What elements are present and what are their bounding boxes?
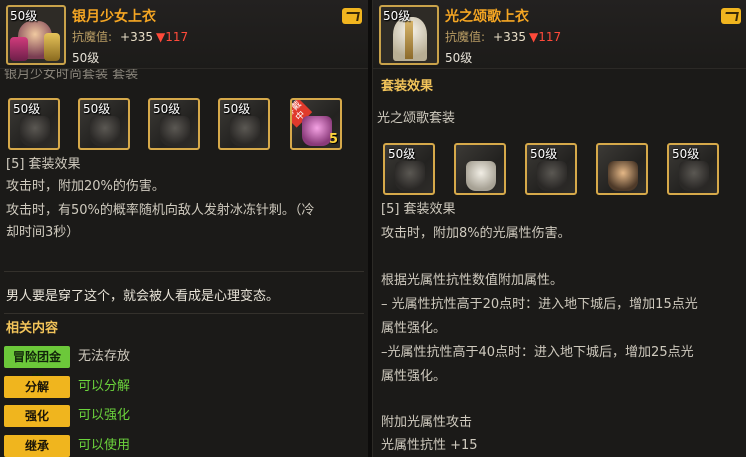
stat-label: 抗魔值:: [72, 30, 113, 44]
set-slot[interactable]: [454, 143, 506, 195]
clothing-icon: [466, 161, 496, 191]
slot-level: 50级: [530, 147, 558, 161]
item-portrait: 50级: [6, 5, 66, 65]
effect-line: 属性强化。: [381, 321, 447, 336]
item-name: 光之颂歌上衣: [445, 9, 529, 25]
enhance-tag[interactable]: 强化: [4, 405, 70, 427]
clothing-icon: [90, 116, 120, 146]
clothing-icon: [679, 161, 709, 191]
right-item-tooltip: 50级 光之颂歌上衣 抗魔值: +335 ▼117 50级 套装效果 光之颂歌套装 …: [372, 0, 746, 457]
portrait-level: 50级: [10, 9, 38, 23]
effect-line: 属性强化。: [381, 369, 447, 384]
set-count-badge: 5: [328, 132, 338, 147]
set-slot[interactable]: 50级: [525, 143, 577, 195]
set-slot[interactable]: 50级: [148, 98, 200, 150]
stat-drop: ▼117: [529, 30, 562, 44]
effect-line: 附加光属性攻击: [381, 415, 473, 430]
share-icon[interactable]: [342, 8, 362, 24]
action-row-inherit: 继承 可以使用: [4, 435, 204, 457]
set-slot[interactable]: [596, 143, 648, 195]
effect-line: 攻击时，附加8%的光属性伤害。: [381, 226, 571, 241]
clothing-icon: [20, 116, 50, 146]
inherit-text: 可以使用: [78, 438, 131, 453]
storage-tag[interactable]: 冒险团金库: [4, 346, 70, 386]
set-slot[interactable]: 50级: [218, 98, 270, 150]
slot-level: 50级: [153, 102, 181, 116]
set-slot[interactable]: 50级: [667, 143, 719, 195]
clothing-icon: [160, 116, 190, 146]
set-slot[interactable]: 50级: [78, 98, 130, 150]
disassemble-tag[interactable]: 分解: [4, 376, 70, 398]
stat-drop: ▼117: [156, 30, 189, 44]
slot-level: 50级: [13, 102, 41, 116]
stat-line: 抗魔值: +335 ▼117: [445, 28, 561, 45]
clothing-icon: [608, 161, 638, 191]
stat-plus: +335: [493, 30, 527, 44]
item-level: 50级: [72, 51, 100, 65]
related-header: 相关内容: [6, 321, 59, 336]
disassemble-text: 可以分解: [78, 379, 131, 394]
effect-line: 光属性抗性 +15: [381, 438, 478, 453]
slot-level: 50级: [83, 102, 111, 116]
slot-level: 50级: [672, 147, 700, 161]
clothing-icon: [230, 116, 260, 146]
item-portrait: 50级: [379, 5, 439, 65]
set-effect-header: [5] 套装效果: [6, 157, 81, 172]
effect-line: 攻击时，附加20%的伤害。: [6, 179, 165, 194]
item-level: 50级: [445, 51, 473, 65]
set-effect-title: 套装效果: [381, 79, 434, 94]
inherit-tag[interactable]: 继承: [4, 435, 70, 457]
slot-level: 50级: [223, 102, 251, 116]
effect-line: 攻击时，有50%的概率随机向敌人发射冰冻针刺。（冷: [6, 203, 315, 218]
stat-label: 抗魔值:: [445, 30, 486, 44]
stat-plus: +335: [120, 30, 154, 44]
flavor-text: 男人要是穿了这个，就会被人看成是心理变态。: [6, 289, 280, 304]
left-header: 50级 银月少女上衣 抗魔值: +335 ▼117 50级: [0, 0, 368, 69]
effect-line: 却时间3秒）: [6, 225, 80, 240]
effect-line: 根据光属性抗性数值附加属性。: [381, 273, 564, 288]
share-icon[interactable]: [721, 8, 741, 24]
item-name: 银月少女上衣: [72, 9, 156, 25]
set-effect-header: [5] 套装效果: [381, 202, 456, 217]
clothing-icon: [302, 116, 332, 146]
action-row-disassemble: 分解 可以分解: [4, 376, 204, 398]
enhance-text: 可以强化: [78, 408, 131, 423]
portrait-art-detail: [10, 37, 28, 61]
left-item-tooltip: 银月少女时尚套装 套装 50级 银月少女上衣 抗魔值: +335 ▼117 50级 …: [0, 0, 368, 457]
clothing-icon: [537, 161, 567, 191]
effect-line: –光属性抗性高于40点时：进入地下城后，增加25点光: [381, 345, 694, 360]
divider: [4, 313, 364, 314]
portrait-level: 50级: [383, 9, 411, 23]
set-slot-equipped[interactable]: 穿戴中 5: [290, 98, 342, 150]
clothing-icon: [395, 161, 425, 191]
divider: [4, 271, 364, 272]
set-slot[interactable]: 50级: [383, 143, 435, 195]
action-row-enhance: 强化 可以强化: [4, 405, 204, 427]
effect-line: – 光属性抗性高于20点时：进入地下城后，增加15点光: [381, 297, 698, 312]
set-slot[interactable]: 50级: [8, 98, 60, 150]
portrait-art-detail: [44, 33, 60, 61]
action-row-storage: 冒险团金库 无法存放: [4, 346, 204, 386]
set-name: 光之颂歌套装: [377, 111, 456, 126]
right-header: 50级 光之颂歌上衣 抗魔值: +335 ▼117 50级: [373, 0, 746, 69]
storage-text: 无法存放: [78, 349, 131, 364]
slot-level: 50级: [388, 147, 416, 161]
portrait-art-detail: [405, 21, 413, 59]
stat-line: 抗魔值: +335 ▼117: [72, 28, 188, 45]
